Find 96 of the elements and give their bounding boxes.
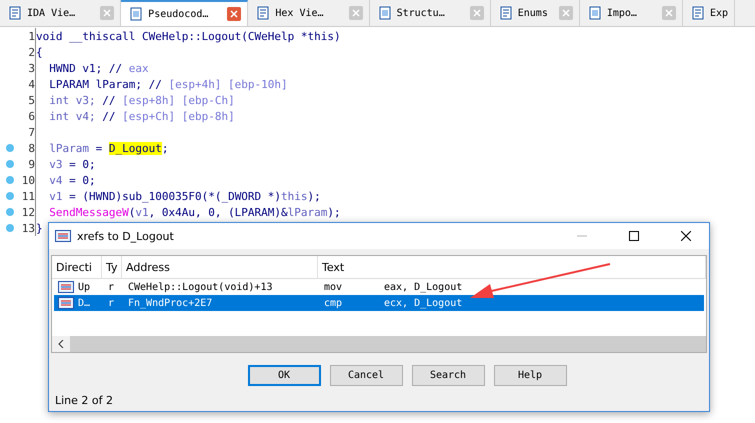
code-token: );	[308, 190, 321, 202]
code-token: );	[327, 206, 341, 218]
code-token: }	[36, 222, 43, 234]
code-token: eax	[128, 62, 149, 74]
breakpoint-dot	[6, 208, 14, 216]
code-token: [esp+8h] [ebp-Ch]	[122, 94, 235, 106]
column-header[interactable]: Ty	[102, 256, 122, 278]
line-number: 10	[22, 174, 35, 186]
code-token: v1	[48, 190, 64, 202]
column-header[interactable]: Address	[122, 256, 318, 278]
line-number: 11	[22, 190, 35, 202]
code-token: LPARAM lParam; //	[48, 78, 163, 90]
document-icon	[378, 6, 392, 20]
table-cell-text: CWeHelp::Logout(void)+13	[127, 282, 274, 292]
code-token: HWND v1; //	[48, 62, 124, 74]
maximize-icon	[629, 231, 639, 241]
table-cell: D…	[78, 298, 90, 308]
document-icon	[588, 6, 602, 20]
code-token: v3	[48, 158, 64, 170]
xref-icon	[58, 297, 74, 309]
close-icon	[664, 9, 673, 17]
breakpoint-dot	[6, 144, 14, 152]
table-cell-text: r	[107, 282, 116, 292]
dialog-button[interactable]: Help	[494, 365, 566, 386]
code-token: void __thiscall CWeHelp::Logout(CWeHelp *this)	[36, 30, 341, 42]
code-token: {	[36, 46, 43, 58]
dialog-title: xrefs to D_Logout	[77, 230, 175, 242]
code-token: [esp+Ch] [ebp-8h]	[122, 110, 235, 122]
code-token: ;	[162, 142, 168, 154]
line-number: 8	[28, 142, 35, 154]
code-token: int v3;	[48, 94, 97, 106]
document-icon	[498, 6, 513, 20]
code-token: = (HWND)sub_100035F0(*(_DWORD *)	[69, 190, 282, 202]
line-number: 5	[28, 94, 35, 106]
xref-icon	[58, 281, 74, 293]
line-number: 3	[28, 62, 35, 74]
document-icon	[8, 6, 22, 20]
document-icon	[129, 7, 144, 21]
document-icon	[690, 6, 705, 20]
code-token: SendMessageW	[48, 206, 129, 218]
code-token: = 0;	[69, 158, 96, 170]
table-cell-text: mov	[323, 282, 344, 292]
close-icon	[230, 10, 238, 18]
table-cell-text: Fn_WndProc+2E7	[127, 298, 214, 308]
line-number: 13	[22, 222, 35, 234]
close-icon	[472, 9, 481, 17]
dialog-button[interactable]: Search	[412, 365, 484, 386]
breakpoint-dot	[6, 176, 14, 184]
breakpoint-dot	[6, 192, 14, 200]
code-token: v4	[48, 174, 64, 186]
code-token: [esp+4h] [ebp-10h]	[168, 78, 288, 90]
line-number: 6	[28, 110, 35, 122]
tab[interactable]: Enums	[490, 0, 580, 26]
line-number: 2	[28, 46, 35, 58]
code-token: (	[128, 206, 136, 218]
document-icon	[256, 6, 270, 20]
code-token: lParam	[48, 142, 90, 154]
code-token: D_Logout	[108, 142, 162, 154]
code-token: int v4;	[48, 110, 97, 122]
column-header[interactable]: Text	[318, 256, 706, 278]
code-token: //	[102, 94, 116, 106]
tab[interactable]: Structu…	[370, 0, 491, 26]
dialog-button[interactable]: OK	[248, 365, 320, 386]
tab[interactable]: Pseudocod…	[121, 0, 248, 26]
code-token: =	[96, 142, 104, 154]
code-token: //	[102, 110, 116, 122]
code-token: = 0;	[69, 174, 96, 186]
close-icon	[103, 9, 112, 17]
table-cell-text: ecx, D_Logout	[383, 298, 464, 308]
column-header[interactable]: Directi	[52, 256, 102, 278]
table-cell: Up	[78, 282, 90, 292]
table-cell-text: cmp	[323, 298, 344, 308]
line-number: 4	[28, 78, 35, 90]
xref-icon	[55, 230, 71, 242]
line-number: 12	[22, 206, 35, 218]
breakpoint-dot	[6, 224, 14, 232]
close-icon	[562, 9, 570, 17]
minimize-icon	[577, 235, 587, 237]
close-icon	[352, 9, 360, 17]
breakpoint-dot	[6, 160, 14, 168]
scroll-left-icon[interactable]	[52, 336, 70, 352]
code-token: , 0x4Au, 0, (LPARAM)&	[148, 206, 288, 218]
code-token: this	[281, 190, 308, 202]
table-cell-text: r	[107, 298, 116, 308]
line-number: 7	[28, 126, 35, 138]
close-icon	[681, 231, 691, 241]
scrollbar[interactable]	[52, 336, 706, 352]
table-cell-text: eax, D_Logout	[383, 282, 464, 292]
code-token: lParam	[288, 206, 328, 218]
status-text: Line 2 of 2	[55, 394, 114, 407]
line-number: 9	[28, 158, 35, 170]
xref-row[interactable]: D… r Fn_WndProc+2E7 cmp ecx, D_Logout	[54, 295, 704, 311]
dialog-button[interactable]: Cancel	[330, 365, 402, 386]
xref-row[interactable]: Up r CWeHelp::Logout(void)+13 mov eax, D_Logout	[54, 279, 704, 295]
line-number: 1	[28, 30, 35, 42]
code-token: v1	[135, 206, 149, 218]
